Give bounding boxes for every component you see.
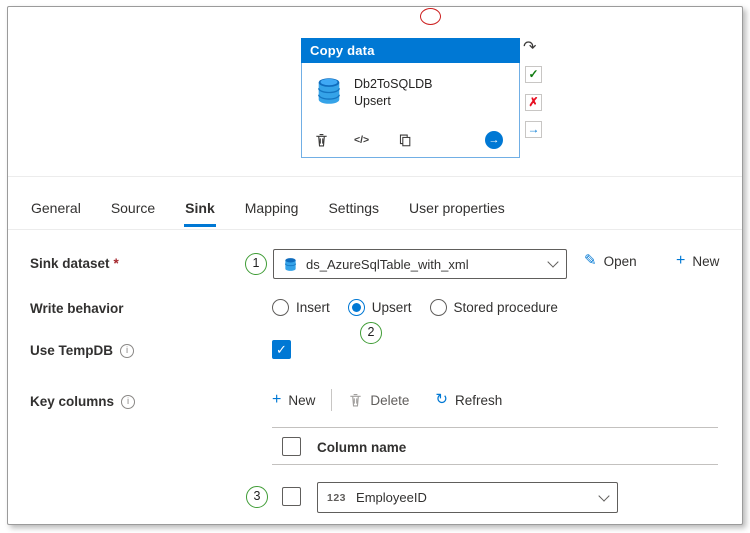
tab-user-properties[interactable]: User properties (408, 192, 506, 227)
tab-divider (8, 229, 742, 230)
arrow-right-icon: → (488, 134, 500, 146)
key-column-new-button[interactable]: + New (272, 392, 315, 408)
copy-data-activity-card[interactable]: Copy data Db2ToSQLDB Upsert </> → (301, 38, 520, 158)
use-tempdb-label: Use TempDB i (30, 343, 135, 358)
activity-mode: Upsert (354, 94, 391, 108)
check-icon: ✓ (276, 342, 287, 357)
sink-dataset-value: ds_AzureSqlTable_with_xml (306, 256, 469, 272)
tab-source[interactable]: Source (110, 192, 156, 227)
refresh-icon: ↻ (435, 391, 448, 408)
radio-circle-stored-procedure (429, 299, 447, 316)
step-1-annotation: 1 (245, 253, 267, 275)
pencil-icon: ✎ (584, 252, 597, 269)
tab-mapping[interactable]: Mapping (244, 192, 300, 227)
column-name-header: Column name (317, 440, 407, 455)
chevron-down-icon (598, 489, 610, 502)
code-icon: </> (354, 134, 370, 146)
activity-clone-button[interactable] (396, 131, 414, 149)
copy-data-activity-icon (314, 76, 344, 111)
select-all-checkbox[interactable] (282, 437, 301, 456)
trash-icon (315, 134, 327, 147)
tab-settings[interactable]: Settings (327, 192, 380, 227)
radio-circle-upsert (347, 299, 365, 316)
open-dataset-button[interactable]: ✎ Open (584, 253, 637, 269)
activity-card-body: Db2ToSQLDB Upsert </> → (301, 63, 520, 158)
red-circle-annotation (420, 8, 441, 25)
table-top-line (272, 427, 718, 428)
key-columns-toolbar: + New Delete ↻ Refresh (272, 389, 502, 411)
column-type-badge: 123 (327, 491, 347, 504)
write-behavior-radio-group: Insert Upsert Stored procedure (272, 299, 558, 316)
info-icon[interactable]: i (121, 394, 136, 409)
required-asterisk: * (113, 256, 119, 271)
activity-code-button[interactable]: </> (354, 131, 369, 149)
step-2-annotation: 2 (360, 322, 382, 344)
radio-stored-procedure[interactable]: Stored procedure (429, 299, 558, 316)
activity-name: Db2ToSQLDB (354, 77, 433, 91)
chevron-down-icon (547, 256, 559, 268)
tab-sink[interactable]: Sink (184, 192, 216, 227)
copy-icon (399, 134, 411, 146)
sink-dataset-select[interactable]: ds_AzureSqlTable_with_xml (273, 249, 567, 279)
curved-arrow-icon[interactable]: ↷ (523, 39, 543, 57)
radio-upsert[interactable]: Upsert (347, 299, 412, 316)
activity-go-button[interactable]: → (485, 131, 503, 149)
radio-insert[interactable]: Insert (272, 299, 330, 316)
tab-bar: General Source Sink Mapping Settings Use… (30, 192, 506, 227)
info-icon[interactable]: i (120, 343, 135, 358)
plus-icon: + (676, 252, 686, 269)
tab-general[interactable]: General (30, 192, 82, 227)
completion-port-icon[interactable]: → (525, 121, 542, 138)
new-dataset-button[interactable]: + New (676, 253, 719, 269)
row-checkbox[interactable] (282, 487, 301, 506)
write-behavior-label: Write behavior (30, 301, 124, 316)
plus-icon: + (272, 391, 282, 408)
radio-circle-insert (272, 299, 289, 316)
key-column-value: EmployeeID (356, 490, 427, 505)
activity-card-title: Copy data (301, 38, 520, 63)
toolbar-divider (331, 389, 333, 411)
key-column-delete-button[interactable]: Delete (348, 392, 409, 408)
success-port-icon[interactable]: ✓ (525, 66, 542, 83)
key-column-select[interactable]: 123 EmployeeID (317, 482, 618, 513)
activity-delete-button[interactable] (312, 131, 330, 149)
key-column-refresh-button[interactable]: ↻ Refresh (435, 392, 502, 408)
failure-port-icon[interactable]: ✗ (525, 94, 542, 111)
trash-icon (350, 394, 362, 407)
table-header-line (272, 464, 718, 465)
use-tempdb-checkbox[interactable]: ✓ (272, 340, 291, 359)
top-divider (8, 176, 742, 177)
dataset-icon (283, 257, 298, 272)
sink-dataset-label: Sink dataset * (30, 256, 119, 271)
key-columns-label: Key columns i (30, 394, 136, 409)
step-3-annotation: 3 (246, 486, 268, 508)
